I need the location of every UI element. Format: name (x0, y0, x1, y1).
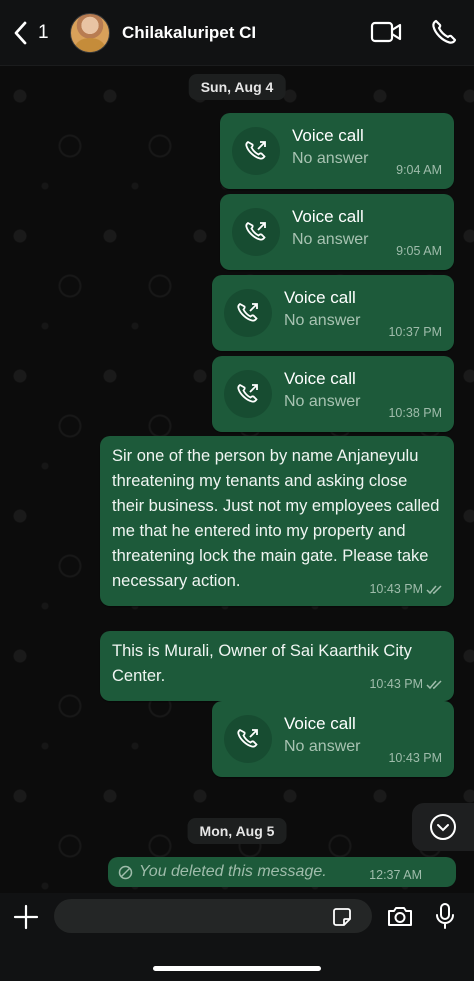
avatar[interactable] (70, 12, 110, 53)
message-text: Sir one of the person by name Anjaneyulu… (112, 447, 440, 590)
voice-call-bubble[interactable]: Voice call No answer 9:04 AM (220, 113, 454, 189)
chevron-down-circle-icon (430, 814, 456, 840)
chevron-left-icon (14, 21, 27, 44)
outgoing-call-icon (224, 289, 272, 337)
message-meta: 10:43 PM (369, 577, 442, 602)
deleted-message-bubble[interactable]: You deleted this message. 12:37 AM (108, 857, 456, 887)
date-chip: Sun, Aug 4 (188, 74, 286, 100)
message-time: 10:37 PM (388, 325, 442, 339)
voice-call-bubble[interactable]: Voice call No answer 10:38 PM (212, 356, 454, 432)
double-check-icon (426, 584, 442, 594)
call-status: No answer (284, 312, 361, 329)
message-time: 10:43 PM (369, 677, 423, 691)
outgoing-call-icon (224, 370, 272, 418)
deleted-message-text: You deleted this message. (139, 863, 327, 880)
composer-bar (0, 893, 474, 981)
video-call-icon[interactable] (370, 18, 402, 46)
message-time: 10:43 PM (388, 751, 442, 765)
call-title: Voice call (292, 207, 364, 226)
unread-count: 1 (38, 21, 49, 43)
phone-icon[interactable] (428, 18, 460, 46)
double-check-icon (426, 679, 442, 689)
voice-call-bubble[interactable]: Voice call No answer 9:05 AM (220, 194, 454, 270)
text-message-bubble[interactable]: Sir one of the person by name Anjaneyulu… (100, 436, 454, 606)
voice-call-bubble[interactable]: Voice call No answer 10:43 PM (212, 701, 454, 777)
chat-header: 1 Chilakaluripet CI (0, 0, 474, 66)
call-title: Voice call (284, 288, 356, 307)
chat-area[interactable]: Sun, Aug 4 Voice call No answer 9:04 AM … (0, 66, 474, 893)
message-time: 10:43 PM (369, 582, 423, 596)
call-status: No answer (292, 150, 369, 167)
call-title: Voice call (292, 126, 364, 145)
scroll-to-bottom-button[interactable] (412, 803, 474, 851)
call-status: No answer (284, 738, 361, 755)
microphone-icon[interactable] (435, 902, 455, 930)
plus-icon[interactable] (12, 903, 40, 931)
call-status: No answer (284, 393, 361, 410)
date-chip: Mon, Aug 5 (187, 818, 287, 844)
outgoing-call-icon (232, 127, 280, 175)
message-time: 9:04 AM (396, 163, 442, 177)
message-time: 12:37 AM (369, 868, 422, 882)
home-indicator (153, 966, 321, 971)
prohibited-icon (118, 865, 133, 879)
back-button[interactable]: 1 (12, 20, 62, 46)
outgoing-call-icon (232, 208, 280, 256)
text-message-bubble[interactable]: This is Murali, Owner of Sai Kaarthik Ci… (100, 631, 454, 701)
outgoing-call-icon (224, 715, 272, 763)
camera-icon[interactable] (386, 904, 414, 928)
call-title: Voice call (284, 369, 356, 388)
message-time: 9:05 AM (396, 244, 442, 258)
message-text: This is Murali, Owner of Sai Kaarthik Ci… (112, 642, 412, 685)
voice-call-bubble[interactable]: Voice call No answer 10:37 PM (212, 275, 454, 351)
call-title: Voice call (284, 714, 356, 733)
call-status: No answer (292, 231, 369, 248)
contact-name[interactable]: Chilakaluripet CI (122, 23, 256, 43)
message-meta: 10:43 PM (369, 672, 442, 697)
message-time: 10:38 PM (388, 406, 442, 420)
sticker-icon[interactable] (332, 907, 352, 927)
message-input[interactable] (54, 899, 372, 933)
